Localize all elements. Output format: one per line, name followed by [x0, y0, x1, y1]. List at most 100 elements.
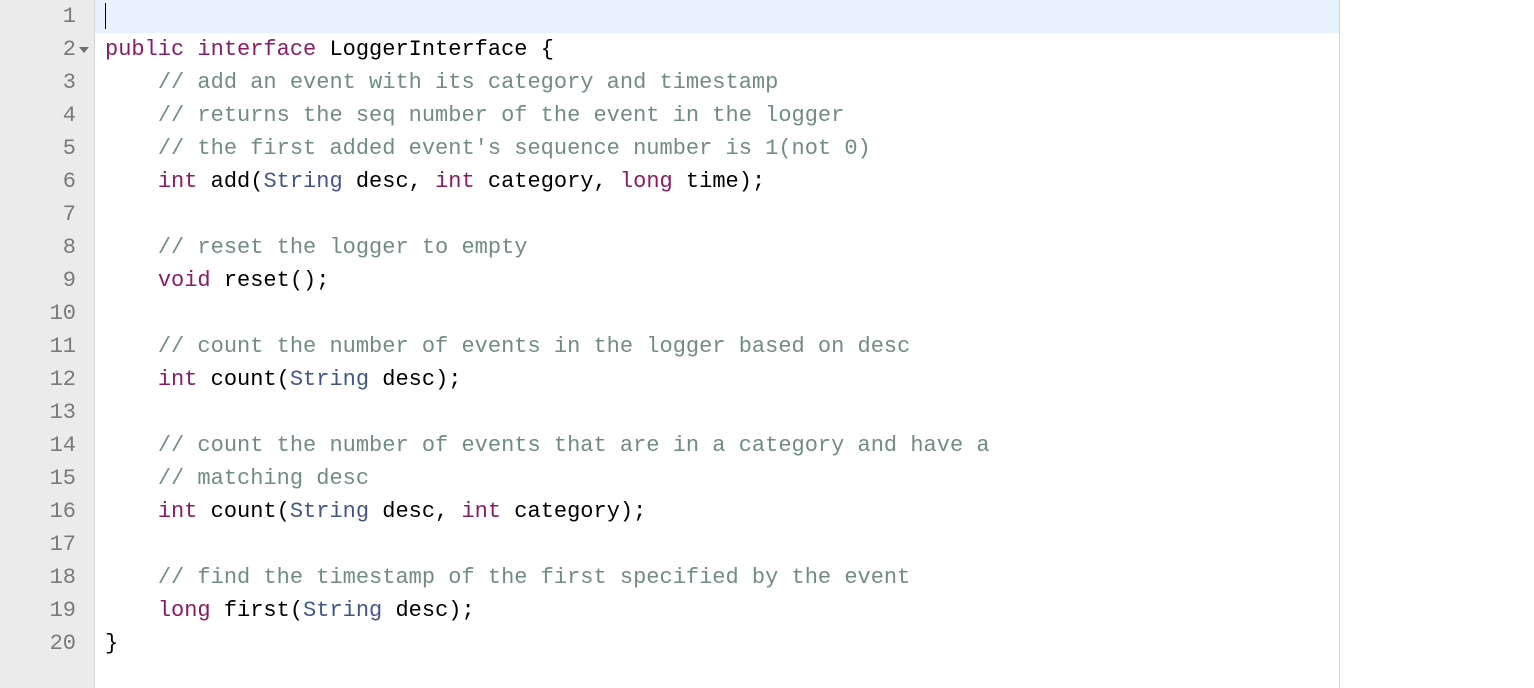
line-number[interactable]: 4 — [0, 99, 76, 132]
code-token — [184, 37, 197, 62]
code-line[interactable] — [95, 0, 1339, 33]
code-token: , — [594, 169, 607, 194]
code-token — [105, 433, 158, 458]
code-token: int — [158, 367, 198, 392]
code-token: String — [263, 169, 342, 194]
line-number[interactable]: 18 — [0, 561, 76, 594]
code-line[interactable]: } — [95, 627, 1339, 660]
code-token: int — [435, 169, 475, 194]
line-number[interactable]: 17 — [0, 528, 76, 561]
code-line[interactable]: void reset(); — [95, 264, 1339, 297]
code-token: first — [211, 598, 290, 623]
code-token: ( — [290, 598, 303, 623]
code-token: ( — [277, 499, 290, 524]
code-token: int — [158, 499, 198, 524]
code-inner[interactable]: public interface LoggerInterface { // ad… — [95, 0, 1340, 688]
line-number[interactable]: 19 — [0, 594, 76, 627]
code-token — [105, 598, 158, 623]
code-line[interactable]: // count the number of events in the log… — [95, 330, 1339, 363]
code-line[interactable] — [95, 297, 1339, 330]
code-token: // find the timestamp of the first speci… — [158, 565, 911, 590]
line-number[interactable]: 1 — [0, 0, 76, 33]
code-token: { — [541, 37, 554, 62]
code-token: void — [158, 268, 211, 293]
line-number-gutter: 1234567891011121314151617181920 — [0, 0, 94, 688]
code-token — [105, 235, 158, 260]
code-token: ); — [620, 499, 646, 524]
line-number[interactable]: 13 — [0, 396, 76, 429]
code-token: desc — [369, 499, 435, 524]
line-number[interactable]: 11 — [0, 330, 76, 363]
code-token — [105, 136, 158, 161]
code-token: // returns the seq number of the event i… — [158, 103, 845, 128]
code-token — [607, 169, 620, 194]
code-token: desc — [369, 367, 435, 392]
line-number[interactable]: 14 — [0, 429, 76, 462]
code-token: , — [435, 499, 448, 524]
code-token — [316, 37, 329, 62]
code-line[interactable]: // count the number of events that are i… — [95, 429, 1339, 462]
code-token: // count the number of events that are i… — [158, 433, 990, 458]
code-token: // count the number of events in the log… — [158, 334, 911, 359]
text-cursor — [105, 3, 106, 29]
line-number[interactable]: 20 — [0, 627, 76, 660]
code-token: String — [303, 598, 382, 623]
code-token: interface — [197, 37, 316, 62]
code-token: // matching desc — [158, 466, 369, 491]
code-line[interactable]: // matching desc — [95, 462, 1339, 495]
code-token: ); — [739, 169, 765, 194]
code-token: ); — [435, 367, 461, 392]
code-line[interactable]: public interface LoggerInterface { — [95, 33, 1339, 66]
code-token: (); — [290, 268, 330, 293]
code-token: int — [461, 499, 501, 524]
fold-toggle-icon[interactable] — [79, 47, 89, 53]
code-line[interactable] — [95, 528, 1339, 561]
code-token — [105, 499, 158, 524]
line-number[interactable]: 9 — [0, 264, 76, 297]
line-number[interactable]: 10 — [0, 297, 76, 330]
line-number[interactable]: 15 — [0, 462, 76, 495]
code-token: desc — [382, 598, 448, 623]
line-number[interactable]: 2 — [0, 33, 76, 66]
code-token: ( — [277, 367, 290, 392]
code-token: , — [409, 169, 422, 194]
code-line[interactable]: // the first added event's sequence numb… — [95, 132, 1339, 165]
line-number[interactable]: 12 — [0, 363, 76, 396]
code-token: // the first added event's sequence numb… — [158, 136, 871, 161]
code-token — [105, 367, 158, 392]
code-line[interactable]: long first(String desc); — [95, 594, 1339, 627]
line-number[interactable]: 8 — [0, 231, 76, 264]
code-token — [105, 268, 158, 293]
code-line[interactable]: int count(String desc); — [95, 363, 1339, 396]
code-line[interactable]: // returns the seq number of the event i… — [95, 99, 1339, 132]
code-line[interactable]: int add(String desc, int category, long … — [95, 165, 1339, 198]
code-token: ); — [448, 598, 474, 623]
line-number[interactable]: 7 — [0, 198, 76, 231]
code-token: String — [290, 367, 369, 392]
code-line[interactable]: int count(String desc, int category); — [95, 495, 1339, 528]
code-area[interactable]: public interface LoggerInterface { // ad… — [94, 0, 1534, 688]
code-token: desc — [343, 169, 409, 194]
line-number[interactable]: 6 — [0, 165, 76, 198]
code-token: LoggerInterface — [329, 37, 540, 62]
code-line[interactable]: // reset the logger to empty — [95, 231, 1339, 264]
code-token — [105, 169, 158, 194]
code-line[interactable] — [95, 198, 1339, 231]
code-token: String — [290, 499, 369, 524]
code-line[interactable] — [95, 396, 1339, 429]
code-token: category — [501, 499, 620, 524]
code-token: time — [673, 169, 739, 194]
code-token — [105, 466, 158, 491]
code-token: reset — [211, 268, 290, 293]
line-number[interactable]: 5 — [0, 132, 76, 165]
code-line[interactable]: // add an event with its category and ti… — [95, 66, 1339, 99]
code-token: // reset the logger to empty — [158, 235, 528, 260]
code-token — [105, 334, 158, 359]
code-token — [105, 70, 158, 95]
line-number[interactable]: 16 — [0, 495, 76, 528]
code-token: add — [197, 169, 250, 194]
code-token: count — [197, 367, 276, 392]
code-line[interactable]: // find the timestamp of the first speci… — [95, 561, 1339, 594]
code-token: category — [475, 169, 594, 194]
line-number[interactable]: 3 — [0, 66, 76, 99]
